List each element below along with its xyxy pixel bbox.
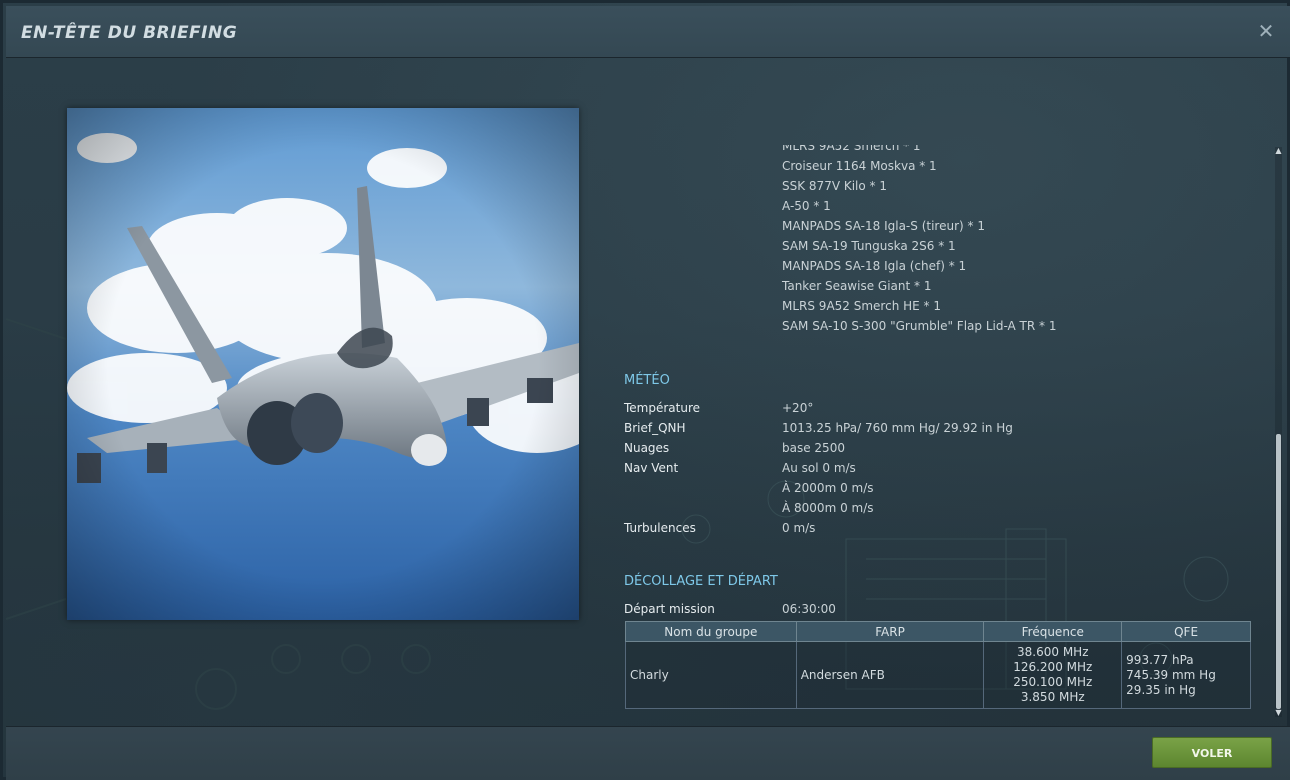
scrollbar-thumb[interactable] — [1276, 434, 1281, 709]
weather-heading: MÉTÉO — [624, 373, 670, 388]
farp-cell: Andersen AFB — [795, 641, 985, 709]
wind-ground-value: Au sol 0 m/s — [782, 461, 856, 475]
frequency-cell: 38.600 MHz 126.200 MHz 250.100 MHz 3.850… — [983, 641, 1123, 709]
scroll-down-arrow-icon[interactable]: ▼ — [1274, 709, 1283, 717]
column-header-frequency: Fréquence — [983, 621, 1123, 642]
briefing-dialog: EN-TÊTE DU BRIEFING ✕ MLRS 9A52 Smerch *… — [0, 0, 1290, 780]
temperature-value: +20° — [782, 401, 814, 415]
threat-item: Tanker Seawise Giant * 1 — [782, 279, 932, 293]
departure-table: Nom du groupe FARP Fréquence QFE Charly … — [625, 621, 1251, 709]
qfe-line: 745.39 mm Hg — [1126, 667, 1216, 682]
wind-label: Nav Vent — [624, 461, 679, 475]
close-icon[interactable]: ✕ — [1256, 21, 1276, 41]
frequency-line: 126.200 MHz — [1013, 660, 1093, 674]
frequency-line: 38.600 MHz — [1017, 645, 1089, 659]
threat-item: MANPADS SA-18 Igla (chef) * 1 — [782, 259, 967, 273]
wind-2000-value: À 2000m 0 m/s — [782, 481, 874, 495]
fly-button[interactable]: VOLER — [1152, 737, 1272, 768]
threat-item: SAM SA-10 S-300 "Grumble" Flap Lid-A TR … — [782, 319, 1057, 333]
briefing-content: MLRS 9A52 Smerch * 1 Croiseur 1164 Moskv… — [6, 59, 1290, 726]
dialog-footer: VOLER — [6, 726, 1290, 780]
qnh-label: Brief_QNH — [624, 421, 686, 435]
table-row: Charly Andersen AFB 38.600 MHz 126.200 M… — [625, 641, 1251, 709]
aircraft-photo-icon — [67, 108, 579, 620]
column-header-farp: FARP — [795, 621, 985, 642]
qfe-line: 29.35 in Hg — [1126, 682, 1196, 697]
scroll-up-arrow-icon[interactable]: ▲ — [1274, 147, 1283, 155]
frequency-line: 3.850 MHz — [1020, 690, 1085, 704]
column-header-group: Nom du groupe — [625, 621, 797, 642]
threat-item: A-50 * 1 — [782, 199, 831, 213]
mission-start-value: 06:30:00 — [782, 602, 836, 616]
title-bar: EN-TÊTE DU BRIEFING ✕ — [6, 6, 1290, 58]
dialog-title: EN-TÊTE DU BRIEFING — [21, 23, 238, 43]
threat-item: SSK 877V Kilo * 1 — [782, 179, 887, 193]
table-header-row: Nom du groupe FARP Fréquence QFE — [625, 621, 1251, 642]
group-cell: Charly — [625, 641, 797, 709]
threat-item: SAM SA-19 Tunguska 2S6 * 1 — [782, 239, 956, 253]
column-header-qfe: QFE — [1121, 621, 1251, 642]
threat-item-clipped: MLRS 9A52 Smerch * 1 — [782, 139, 921, 153]
frequency-line: 250.100 MHz — [1013, 675, 1093, 689]
wind-8000-value: À 8000m 0 m/s — [782, 501, 874, 515]
aircraft-image — [67, 108, 579, 620]
departure-heading: DÉCOLLAGE ET DÉPART — [624, 574, 778, 589]
qnh-value: 1013.25 hPa/ 760 mm Hg/ 29.92 in Hg — [782, 421, 1013, 435]
qfe-line: 993.77 hPa — [1126, 652, 1194, 667]
threat-item: MLRS 9A52 Smerch HE * 1 — [782, 299, 941, 313]
qfe-cell: 993.77 hPa 745.39 mm Hg 29.35 in Hg — [1121, 641, 1251, 709]
clouds-label: Nuages — [624, 441, 670, 455]
turbulence-value: 0 m/s — [782, 521, 816, 535]
clouds-value: base 2500 — [782, 441, 845, 455]
threat-item: Croiseur 1164 Moskva * 1 — [782, 159, 937, 173]
temperature-label: Température — [624, 401, 701, 415]
mission-start-label: Départ mission — [624, 602, 715, 616]
turbulence-label: Turbulences — [624, 521, 696, 535]
threat-item: MANPADS SA-18 Igla-S (tireur) * 1 — [782, 219, 985, 233]
